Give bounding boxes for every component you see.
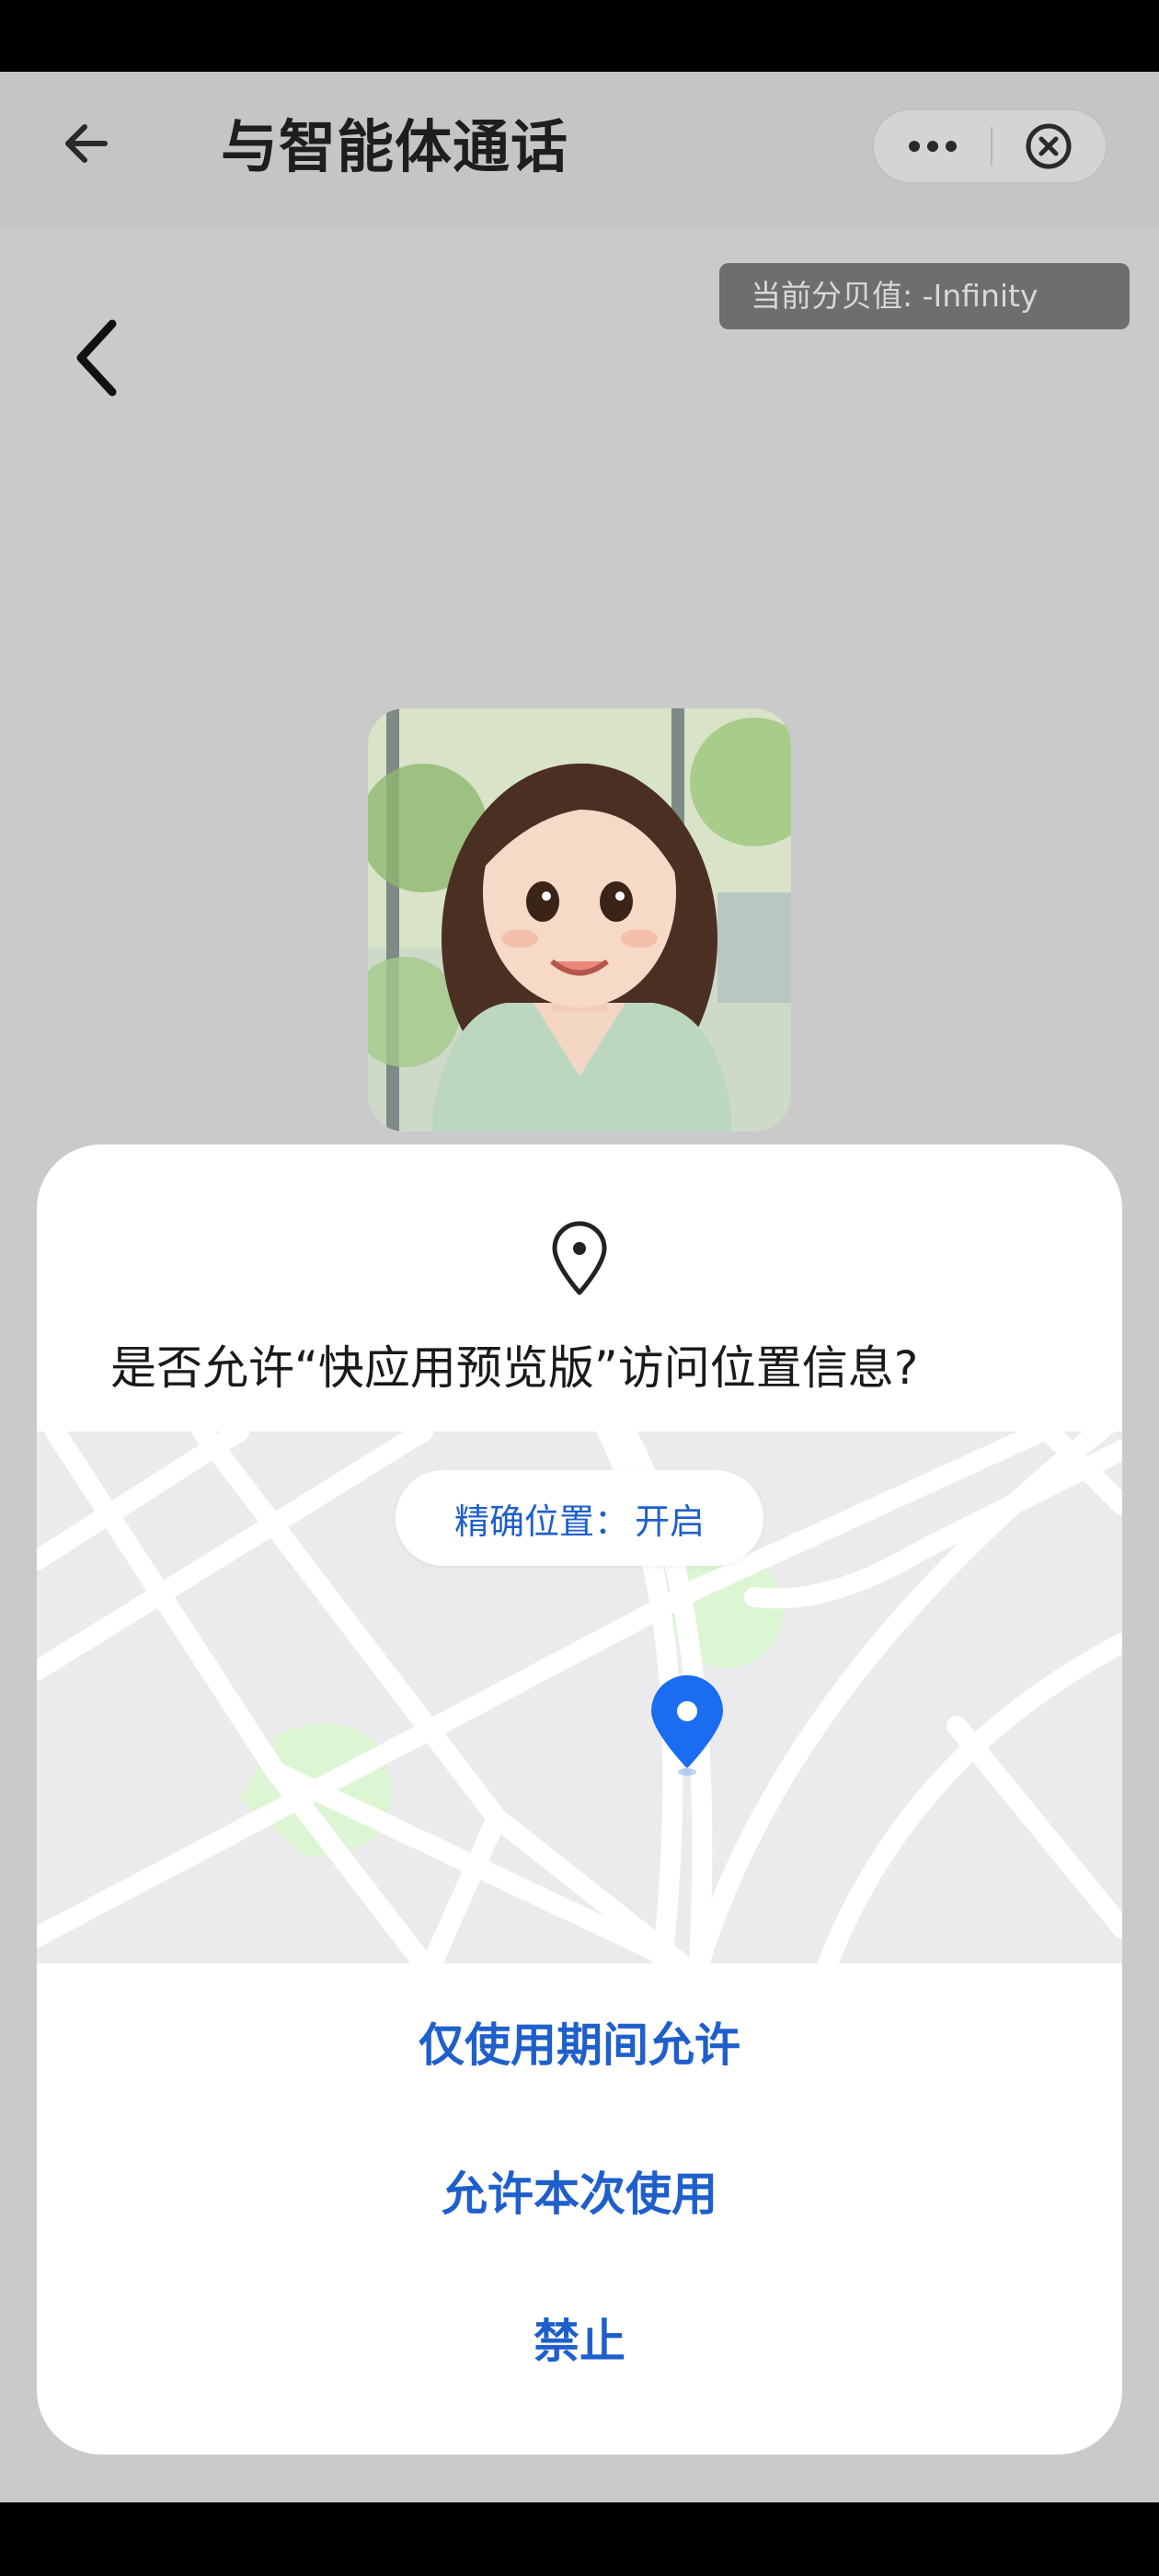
precise-location-value: 开启 — [635, 1501, 706, 1542]
chevron-left-icon — [76, 319, 117, 397]
mini-app-capsule — [872, 109, 1107, 184]
screen: 与智能体通话 当前分贝值: -Infinity 是否允许“快应用预览版”访问位置… — [0, 72, 1159, 2502]
page-back-button[interactable] — [61, 307, 134, 408]
avatar — [368, 708, 791, 1132]
page-title: 与智能体通话 — [221, 113, 569, 180]
back-button[interactable] — [52, 109, 121, 178]
location-permission-dialog: 是否允许“快应用预览版”访问位置信息? 精确位置： 开启 仅使用期间允许 允许本… — [37, 1144, 1122, 2455]
more-dots-icon — [909, 141, 957, 152]
deny-button[interactable]: 禁止 — [37, 2269, 1122, 2407]
close-circle-icon — [1026, 123, 1072, 169]
close-button[interactable] — [992, 110, 1106, 182]
map-pin-icon — [651, 1675, 723, 1776]
arrow-left-icon — [65, 124, 108, 163]
navigation-bar — [0, 2502, 1159, 2576]
status-bar — [0, 0, 1159, 72]
precise-location-label: 精确位置： — [453, 1501, 629, 1542]
precise-location-toggle[interactable]: 精确位置： 开启 — [396, 1470, 763, 1566]
location-map: 精确位置： 开启 — [37, 1432, 1122, 1963]
cartoon-girl-avatar-image — [368, 708, 791, 1132]
allow-while-using-button[interactable]: 仅使用期间允许 — [37, 1972, 1122, 2110]
location-pin-icon — [552, 1221, 607, 1295]
title-bar: 与智能体通话 — [0, 72, 1159, 230]
dialog-location-icon-wrapper — [545, 1218, 614, 1301]
more-button[interactable] — [874, 110, 992, 182]
allow-once-button[interactable]: 允许本次使用 — [37, 2122, 1122, 2260]
decibel-badge: 当前分贝值: -Infinity — [719, 263, 1130, 329]
permission-title: 是否允许“快应用预览版”访问位置信息? — [110, 1341, 919, 1395]
